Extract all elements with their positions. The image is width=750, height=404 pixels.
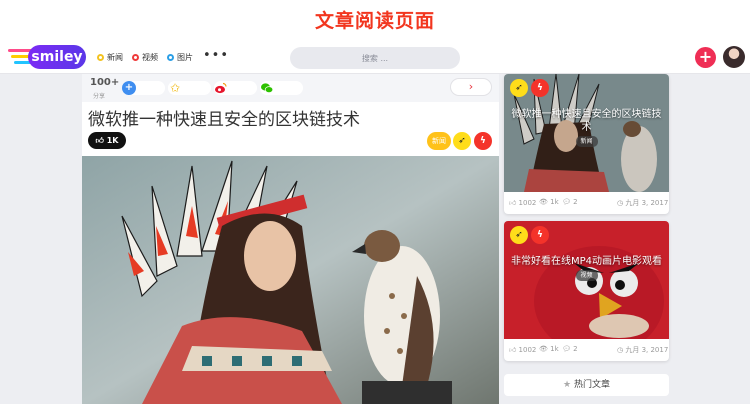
star-icon: ★ [563, 380, 572, 390]
article-panel: 100+ 分享 + ✩ › 微软推一种快速且安全的区块链技术 👍︎ 1K 新闻 … [82, 74, 499, 404]
lightning-icon[interactable]: ϟ [531, 79, 549, 97]
rocket-icon[interactable]: ➶ [510, 79, 528, 97]
sidebar-card-image: ➶ ϟ 非常好看在线MP4动画片电影观看 视频 [504, 221, 669, 339]
date-stat: ◷ 九月 3, 2017 [617, 199, 669, 207]
nav-item-news[interactable]: 新闻 [97, 52, 123, 63]
add-post-button[interactable]: + [695, 47, 716, 68]
sidebar-article-card[interactable]: ➶ ϟ 微软推一种快速且安全的区块链技术 新闻 👍︎ 1002 👁︎ 1k 💬︎… [504, 74, 669, 214]
hot-articles-header[interactable]: ★ 热门文章 [504, 374, 669, 396]
next-article-button[interactable]: › [450, 78, 492, 96]
like-count: 1K [106, 136, 119, 145]
sidebar-card-meta: 👍︎ 1002 👁︎ 1k 💬︎ 2 ◷ 九月 3, 2017 [504, 192, 669, 214]
images-dot-icon [167, 54, 174, 61]
rocket-icon[interactable]: ➶ [510, 226, 528, 244]
date-stat: ◷ 九月 3, 2017 [617, 346, 669, 354]
hot-articles-label: 热门文章 [573, 380, 610, 390]
category-badge[interactable]: 新闻 [427, 132, 451, 150]
navbar: smiley 新闻 视频 图片 ••• + [0, 40, 750, 74]
video-dot-icon [132, 54, 139, 61]
nav-item-video[interactable]: 视频 [132, 52, 158, 63]
sidebar-card-meta: 👍︎ 1002 👁︎ 1k 💬︎ 2 ◷ 九月 3, 2017 [504, 339, 669, 361]
comments-stat: 💬︎ 2 [562, 198, 578, 206]
share-favorite-button[interactable]: ✩ [168, 81, 211, 95]
more-menu-icon[interactable]: ••• [203, 48, 229, 63]
share-count-label: 分享 [93, 93, 106, 100]
share-wechat-button[interactable] [260, 81, 303, 95]
share-count: 100+ [90, 77, 120, 88]
search-input[interactable] [290, 47, 460, 69]
sidebar-video-card[interactable]: ➶ ϟ 非常好看在线MP4动画片电影观看 视频 👍︎ 1002 👁︎ 1k 💬︎… [504, 221, 669, 361]
user-avatar[interactable] [723, 46, 745, 68]
rocket-icon[interactable]: ➶ [453, 132, 471, 150]
share-bar: 100+ 分享 + ✩ › [82, 74, 499, 102]
views-stat: 👁︎ 1k [539, 198, 559, 206]
nav-item-images-label: 图片 [177, 53, 193, 62]
logo-text: smiley [28, 45, 86, 69]
nav-item-news-label: 新闻 [107, 53, 123, 62]
sidebar-card-title[interactable]: 微软推一种快速且安全的区块链技术 [510, 108, 663, 134]
star-icon: ✩ [168, 81, 182, 95]
likes-stat: 👍︎ 1002 [509, 346, 537, 354]
lightning-icon[interactable]: ϟ [474, 132, 492, 150]
plus-share-icon: + [122, 81, 136, 95]
share-plus-button[interactable]: + [122, 81, 165, 95]
sidebar-card-tag[interactable]: 视频 [575, 270, 598, 281]
views-stat: 👁︎ 1k [539, 345, 559, 353]
lightning-icon[interactable]: ϟ [531, 226, 549, 244]
share-weibo-button[interactable] [214, 81, 257, 95]
sidebar-card-title[interactable]: 非常好看在线MP4动画片电影观看 [510, 255, 663, 268]
nav-item-video-label: 视频 [142, 53, 158, 62]
thumbs-up-icon: 👍︎ [95, 136, 104, 145]
sidebar-card-image: ➶ ϟ 微软推一种快速且安全的区块链技术 新闻 [504, 74, 669, 192]
page-heading: 文章阅读页面 [314, 10, 435, 32]
like-button[interactable]: 👍︎ 1K [88, 132, 126, 149]
sidebar-card-tag[interactable]: 新闻 [575, 136, 598, 147]
page-banner: 文章阅读页面 [0, 0, 750, 40]
wechat-icon [260, 81, 274, 95]
weibo-icon [214, 81, 228, 95]
comments-stat: 💬︎ 2 [562, 345, 578, 353]
likes-stat: 👍︎ 1002 [509, 199, 537, 207]
site-logo[interactable]: smiley [8, 43, 86, 71]
nav-item-images[interactable]: 图片 [167, 52, 193, 63]
news-dot-icon [97, 54, 104, 61]
article-title: 微软推一种快速且安全的区块链技术 [88, 110, 360, 130]
article-hero-image [82, 156, 499, 404]
